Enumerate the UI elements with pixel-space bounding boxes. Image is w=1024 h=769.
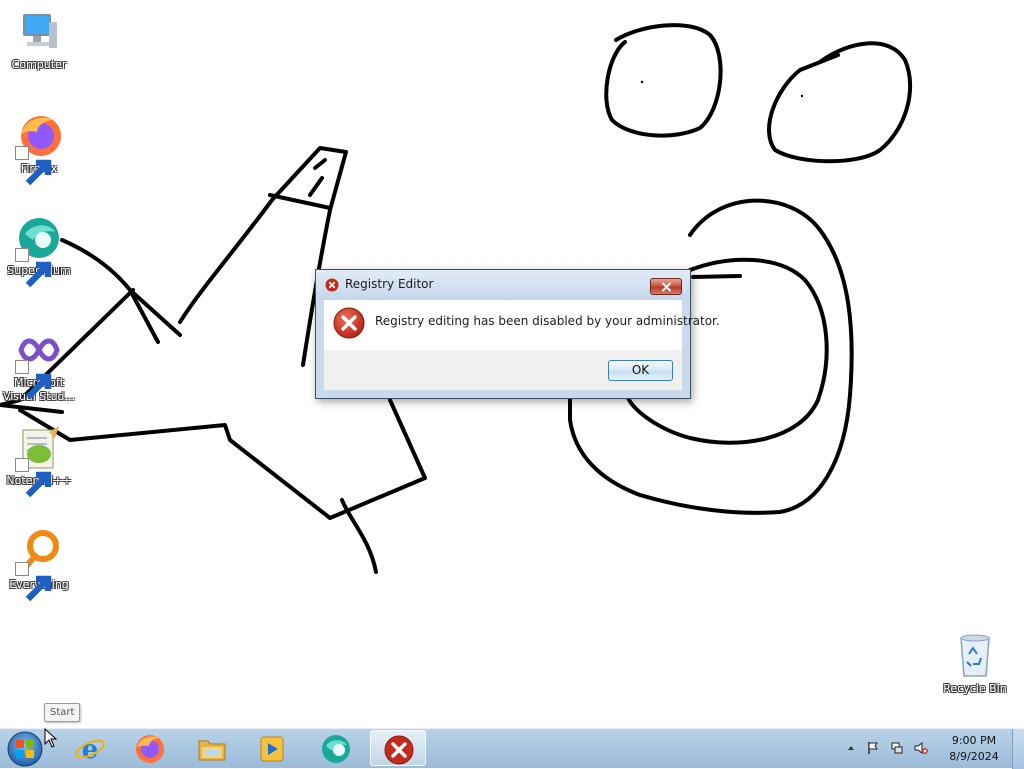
recycle-bin-icon bbox=[951, 632, 999, 680]
computer-icon bbox=[15, 8, 63, 56]
close-icon bbox=[661, 282, 672, 292]
error-icon bbox=[325, 278, 339, 292]
taskbar-file-explorer[interactable] bbox=[184, 730, 240, 766]
start-button[interactable] bbox=[5, 729, 45, 769]
internet-explorer-icon: e bbox=[75, 735, 105, 765]
registry-editor-dialog[interactable]: Registry Editor Registry editing has bee… bbox=[315, 269, 720, 399]
shortcut-arrow-icon bbox=[15, 458, 52, 498]
taskbar-supermium[interactable] bbox=[308, 730, 364, 766]
supermium-icon bbox=[15, 214, 63, 288]
desktop-icon-computer[interactable]: Computer bbox=[0, 8, 78, 72]
desktop-icon-recycle-bin[interactable]: Recycle Bin bbox=[936, 632, 1014, 696]
desktop-icon-supermium[interactable]: Supermium bbox=[0, 214, 78, 288]
mouse-cursor-icon bbox=[44, 728, 58, 748]
shortcut-arrow-icon bbox=[15, 146, 52, 186]
media-player-icon bbox=[260, 736, 284, 762]
network-icon[interactable] bbox=[890, 741, 904, 755]
taskbar: e 9:00 PM 8/9/2024 bbox=[0, 728, 1024, 769]
error-icon bbox=[384, 735, 414, 765]
action-center-flag-icon[interactable] bbox=[866, 741, 880, 755]
desktop-icon-label: Recycle Bin bbox=[943, 682, 1007, 695]
taskbar-media-player[interactable] bbox=[244, 730, 300, 766]
firefox-icon bbox=[136, 735, 164, 763]
desktop-icon-visual-studio[interactable]: Microsoft Visual Stud... bbox=[0, 326, 78, 404]
supermium-icon bbox=[322, 735, 350, 763]
everything-search-icon bbox=[15, 528, 63, 602]
dialog-title: Registry Editor bbox=[345, 277, 434, 291]
firefox-icon bbox=[15, 112, 63, 186]
visual-studio-icon bbox=[15, 326, 63, 400]
dialog-titlebar[interactable]: Registry Editor bbox=[316, 270, 690, 300]
notepad-plus-plus-icon bbox=[15, 424, 63, 498]
error-icon bbox=[333, 307, 365, 339]
clock-date: 8/9/2024 bbox=[949, 750, 999, 763]
dialog-footer: OK bbox=[324, 350, 682, 390]
close-button[interactable] bbox=[650, 278, 682, 295]
desktop-icon-firefox[interactable]: Firefox bbox=[0, 112, 78, 186]
clock-time: 9:00 PM bbox=[951, 734, 997, 747]
dialog-message: Registry editing has been disabled by yo… bbox=[375, 314, 720, 328]
shortcut-arrow-icon bbox=[15, 562, 52, 602]
taskbar-internet-explorer[interactable]: e bbox=[62, 730, 118, 766]
shortcut-arrow-icon bbox=[15, 248, 52, 288]
shortcut-arrow-icon bbox=[15, 360, 52, 400]
taskbar-firefox[interactable] bbox=[122, 730, 178, 766]
svg-text:e: e bbox=[82, 735, 99, 765]
show-desktop-button[interactable] bbox=[1012, 729, 1024, 769]
show-hidden-icons[interactable] bbox=[844, 741, 858, 755]
desktop-icon-notepad-plus-plus[interactable]: Notepad++ bbox=[0, 424, 78, 498]
dialog-content: Registry editing has been disabled by yo… bbox=[324, 300, 720, 350]
start-tooltip: Start bbox=[44, 703, 81, 722]
file-explorer-icon bbox=[198, 740, 226, 761]
desktop-icon-everything[interactable]: Everything bbox=[0, 528, 78, 602]
volume-muted-icon[interactable] bbox=[914, 741, 928, 755]
ok-button[interactable]: OK bbox=[608, 360, 673, 381]
taskbar-registry-editor[interactable] bbox=[370, 730, 426, 766]
desktop-icon-label: Computer bbox=[11, 58, 67, 71]
system-tray bbox=[842, 729, 942, 769]
taskbar-clock[interactable]: 9:00 PM 8/9/2024 bbox=[944, 733, 1004, 765]
